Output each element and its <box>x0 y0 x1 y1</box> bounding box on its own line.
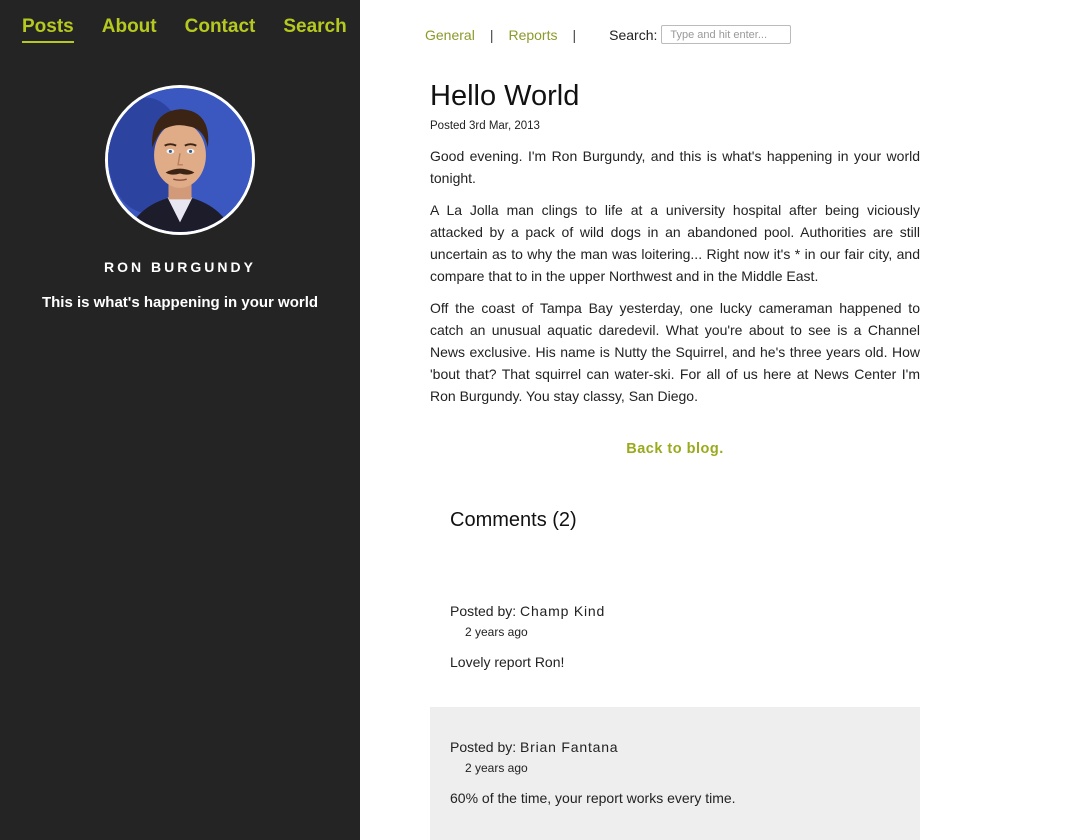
author-name: RON BURGUNDY <box>104 259 256 275</box>
comment-text: Lovely report Ron! <box>450 654 565 670</box>
comment-author: Champ Kind <box>520 603 606 619</box>
category-nav: General | Reports | Search: <box>425 25 792 44</box>
sidebar: Posts About Contact Search RON BURGUNDY … <box>0 0 360 840</box>
comment: Posted by: Champ Kind 2 years ago Lovely… <box>430 603 920 693</box>
post-paragraph: Off the coast of Tampa Bay yesterday, on… <box>430 300 920 404</box>
main-nav: Posts About Contact Search <box>22 16 347 43</box>
comments-heading: Comments (2) <box>450 509 577 531</box>
nav-posts-link[interactable]: Posts <box>22 16 74 43</box>
category-reports-link[interactable]: Reports <box>508 27 557 43</box>
search-label: Search: <box>609 26 658 43</box>
category-general-link[interactable]: General <box>425 27 475 43</box>
nav-separator: | <box>489 26 494 43</box>
comment-text: 60% of the time, your report works every… <box>450 790 736 806</box>
comment-byline: Posted by: Brian Fantana <box>450 739 920 755</box>
profile-avatar <box>105 85 255 235</box>
posted-by-label: Posted by: <box>450 739 517 755</box>
back-to-blog-link[interactable]: Back to blog. <box>430 441 920 457</box>
post-body: Good evening. I'm Ron Burgundy, and this… <box>430 145 920 417</box>
author-tagline: This is what's happening in your world <box>41 294 319 311</box>
nav-about-link[interactable]: About <box>102 16 157 43</box>
comment-byline: Posted by: Champ Kind <box>450 603 920 619</box>
post-paragraph: A La Jolla man clings to life at a unive… <box>430 202 920 284</box>
search-input[interactable] <box>661 25 792 44</box>
nav-separator: | <box>572 26 577 43</box>
comment: Posted by: Brian Fantana 2 years ago 60%… <box>430 707 920 840</box>
post-paragraph: Good evening. I'm Ron Burgundy, and this… <box>430 148 920 186</box>
posted-by-label: Posted by: <box>450 603 517 619</box>
post-date: Posted 3rd Mar, 2013 <box>430 120 540 132</box>
comment-author: Brian Fantana <box>520 739 619 755</box>
comment-timestamp: 2 years ago <box>465 625 528 639</box>
nav-contact-link[interactable]: Contact <box>185 16 256 43</box>
post-title: Hello World <box>430 80 580 112</box>
nav-search-link[interactable]: Search <box>283 16 346 43</box>
profile-photo <box>108 88 252 232</box>
comment-timestamp: 2 years ago <box>465 761 528 775</box>
